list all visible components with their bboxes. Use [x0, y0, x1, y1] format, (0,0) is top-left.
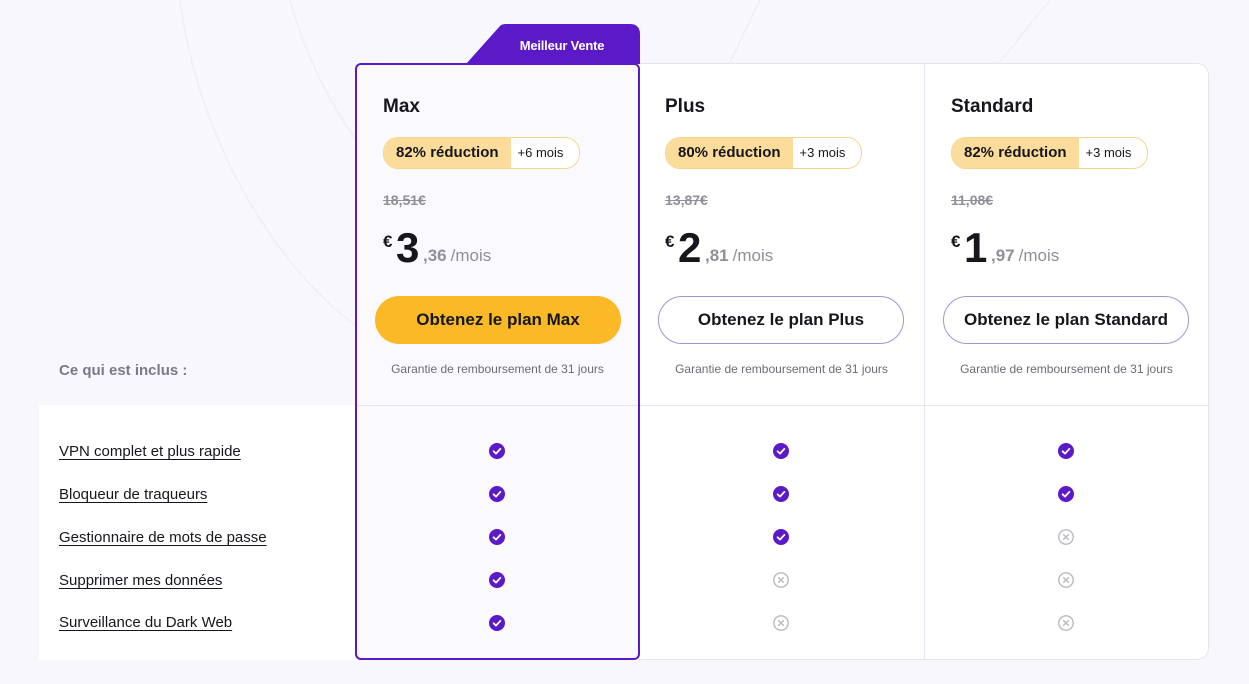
plan-name: Standard: [951, 96, 1034, 117]
check-circle-icon: [1058, 486, 1074, 502]
feature-delete-data-link[interactable]: Supprimer mes données: [59, 572, 222, 589]
currency-symbol: €: [665, 232, 675, 251]
plan-card-standard: Standard 82% réduction +3 mois 11,08€ € …: [924, 63, 1209, 660]
check-circle-icon: [1058, 443, 1074, 459]
price-decimal-group: ,97/mois: [991, 246, 1059, 266]
check-circle-icon: [489, 615, 505, 631]
feature-password-manager-link[interactable]: Gestionnaire de mots de passe: [59, 529, 267, 546]
price-decimal-group: ,36/mois: [423, 246, 491, 266]
included-features-heading: Ce qui est inclus :: [59, 362, 188, 379]
x-circle-icon: [1058, 529, 1074, 545]
plan-card-plus: Plus 80% réduction +3 mois 13,87€ € 2 ,8…: [639, 63, 925, 660]
best-seller-tab: Meilleur Vente: [466, 24, 640, 64]
check-circle-icon: [773, 529, 789, 545]
check-circle-icon: [773, 486, 789, 502]
money-back-guarantee: Garantie de remboursement de 31 jours: [960, 362, 1173, 376]
card-divider: [639, 405, 924, 406]
discount-label: 82% réduction: [952, 138, 1079, 168]
old-price: 13,87€: [665, 192, 708, 208]
money-back-guarantee: Garantie de remboursement de 31 jours: [391, 362, 604, 376]
discount-badge: 82% réduction +6 mois: [383, 137, 581, 169]
x-circle-icon: [773, 572, 789, 588]
get-standard-plan-button[interactable]: Obtenez le plan Standard: [943, 296, 1189, 344]
discount-badge: 80% réduction +3 mois: [665, 137, 863, 169]
best-seller-label: Meilleur Vente: [519, 38, 605, 53]
x-circle-icon: [773, 615, 789, 631]
feature-tracker-blocker-link[interactable]: Bloqueur de traqueurs: [59, 486, 207, 503]
check-circle-icon: [489, 529, 505, 545]
currency-symbol: €: [383, 232, 393, 251]
old-price: 18,51€: [383, 192, 426, 208]
card-divider: [357, 405, 638, 406]
price-integer: 2: [678, 224, 701, 271]
check-circle-icon: [773, 443, 789, 459]
money-back-guarantee: Garantie de remboursement de 31 jours: [675, 362, 888, 376]
plan-name: Plus: [665, 96, 706, 117]
price-period: /mois: [732, 246, 774, 265]
price-period: /mois: [1018, 246, 1060, 265]
plan-card-max: Max 82% réduction +6 mois 18,51€ € 3 ,36…: [355, 63, 640, 660]
check-circle-icon: [489, 486, 505, 502]
price-decimal-group: ,81/mois: [705, 246, 773, 266]
get-plus-plan-button[interactable]: Obtenez le plan Plus: [658, 296, 904, 344]
x-circle-icon: [1058, 572, 1074, 588]
price-integer: 1: [964, 224, 987, 271]
feature-dark-web-link[interactable]: Surveillance du Dark Web: [59, 614, 232, 631]
plan-name: Max: [383, 96, 420, 117]
price-integer: 3: [396, 224, 419, 271]
bonus-months-label: +3 mois: [1085, 145, 1132, 160]
feature-vpn-link[interactable]: VPN complet et plus rapide: [59, 443, 241, 460]
check-circle-icon: [489, 572, 505, 588]
price-period: /mois: [450, 246, 492, 265]
x-circle-icon: [1058, 615, 1074, 631]
discount-label: 80% réduction: [666, 138, 793, 168]
bonus-months-label: +6 mois: [517, 145, 564, 160]
bonus-months-label: +3 mois: [799, 145, 846, 160]
price-decimal: ,97: [991, 246, 1015, 265]
old-price: 11,08€: [951, 192, 994, 208]
discount-badge: 82% réduction +3 mois: [951, 137, 1149, 169]
get-max-plan-button[interactable]: Obtenez le plan Max: [375, 296, 621, 344]
price-decimal: ,81: [705, 246, 729, 265]
discount-label: 82% réduction: [384, 138, 511, 168]
check-circle-icon: [489, 443, 505, 459]
card-divider: [925, 405, 1208, 406]
currency-symbol: €: [951, 232, 961, 251]
price-decimal: ,36: [423, 246, 447, 265]
